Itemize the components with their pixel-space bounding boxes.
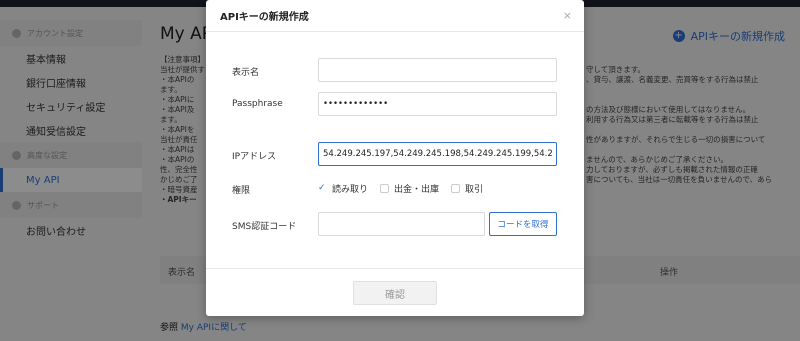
dialog-header: APIキーの新規作成 × [206, 0, 584, 32]
form-row-passphrase: Passphrase [206, 92, 584, 118]
ip-address-input[interactable] [318, 142, 557, 166]
permissions-label: 権限 [232, 186, 251, 196]
form-row-name: 表示名 [206, 58, 584, 84]
passphrase-label: Passphrase [232, 99, 283, 109]
close-icon[interactable]: × [563, 9, 572, 22]
permission-withdraw-checkbox[interactable]: 出金・出庫 [380, 182, 439, 195]
name-input[interactable] [318, 58, 557, 82]
name-label: 表示名 [232, 68, 260, 78]
confirm-button[interactable]: 確認 [353, 281, 437, 305]
passphrase-input[interactable] [318, 92, 557, 116]
checkbox-icon [380, 184, 390, 193]
sms-code-input[interactable] [318, 212, 485, 236]
permission-label: 読み取り [332, 185, 369, 195]
check-icon: ✓ [318, 183, 326, 193]
permission-label: 取引 [465, 185, 484, 195]
checkbox-icon [451, 184, 461, 193]
form-row-ip: IPアドレス [206, 142, 584, 168]
dialog-title: APIキーの新規作成 [220, 12, 309, 23]
dialog-footer: 確認 [206, 268, 584, 316]
permission-label: 出金・出庫 [394, 185, 440, 195]
sms-label: SMS認証コード [232, 222, 297, 232]
permission-options: ✓ 読み取り 出金・出庫 取引 [318, 182, 495, 196]
form-row-permissions: 権限 ✓ 読み取り 出金・出庫 取引 [206, 176, 584, 202]
permission-trade-checkbox[interactable]: 取引 [451, 182, 483, 195]
ip-label: IPアドレス [232, 152, 277, 162]
form-row-sms: SMS認証コード コードを取得 [206, 212, 584, 238]
permission-read-checkbox[interactable]: ✓ 読み取り [318, 182, 369, 196]
create-api-key-dialog: APIキーの新規作成 × 表示名 Passphrase IPアドレス 権限 ✓ … [206, 0, 584, 316]
get-code-button[interactable]: コードを取得 [489, 212, 557, 236]
